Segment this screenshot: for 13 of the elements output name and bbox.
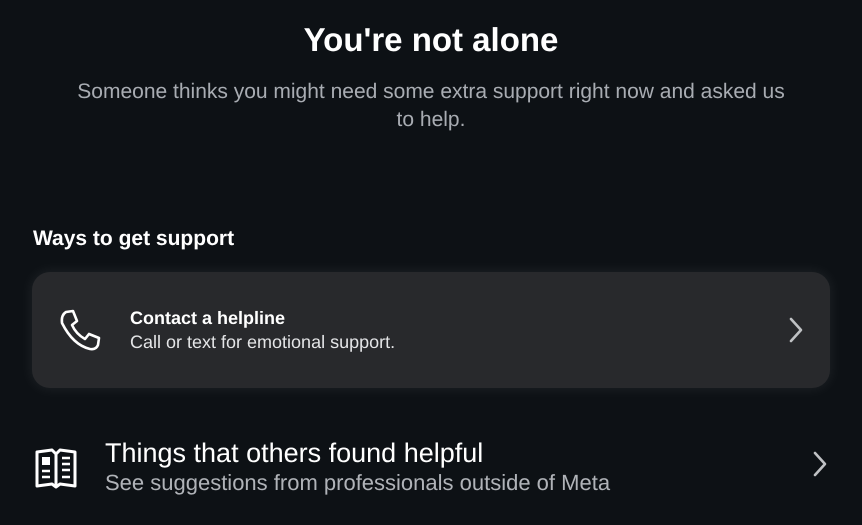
phone-icon <box>58 308 102 352</box>
option-row[interactable]: Contact a helpline Call or text for emotional support. <box>32 272 830 388</box>
option-row[interactable]: Things that others found helpful See suggestions from professionals outside of Meta <box>0 436 862 506</box>
intro-text: Someone thinks you might need some extra support right now and asked us to help. <box>76 79 786 133</box>
chevron-right-icon <box>812 450 828 478</box>
page-title: You're not alone <box>302 20 560 60</box>
chevron-right-icon <box>788 316 804 344</box>
option-title: Contact a helpline <box>130 307 286 330</box>
section-heading: Ways to get support <box>33 226 236 252</box>
option-subtitle: See suggestions from professionals outside of Meta <box>105 470 610 496</box>
option-subtitle: Call or text for emotional support. <box>130 331 396 354</box>
option-title: Things that others found helpful <box>105 437 484 470</box>
book-icon <box>34 446 78 490</box>
